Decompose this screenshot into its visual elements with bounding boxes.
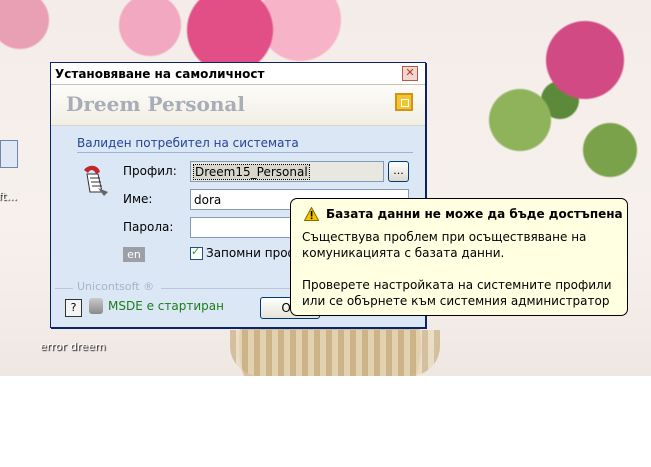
desktop-shortcut[interactable]: is soft... <box>0 140 18 203</box>
document-icon <box>0 140 18 168</box>
name-label: Име: <box>123 192 153 206</box>
profile-value: Dreem15_Personal <box>193 164 310 180</box>
balloon-text-2: Проверете настройката на системните проф… <box>302 278 612 308</box>
profile-field[interactable]: Dreem15_Personal <box>190 161 384 182</box>
profile-label: Профил: <box>123 164 177 178</box>
app-name: Dreem Personal <box>66 92 245 116</box>
group-divider <box>77 152 413 153</box>
db-status-text: MSDE е стартиран <box>108 299 224 313</box>
close-button[interactable]: ✕ <box>402 66 418 81</box>
app-banner: Dreem Personal <box>51 85 425 126</box>
warning-icon <box>304 207 319 221</box>
balloon-text-1: Съществува проблем при осъществяване на … <box>302 230 587 260</box>
error-balloon-tooltip[interactable]: Базата данни не може да бъде достъпена С… <box>290 198 628 316</box>
browse-profile-button[interactable]: ... <box>388 161 409 182</box>
checkbox-checked-icon[interactable] <box>190 245 203 260</box>
language-indicator[interactable]: en <box>123 247 145 262</box>
balloon-title: Базата данни не може да бъде достъпена <box>326 207 623 221</box>
title-bar[interactable]: Установяване на самоличност ✕ <box>51 63 425 85</box>
brand-divider-left <box>55 288 73 289</box>
group-title: Валиден потребител на системата <box>77 136 299 150</box>
database-server-icon <box>89 298 103 314</box>
user-login-icon <box>84 165 108 196</box>
balloon-message: Съществува проблем при осъществяване на … <box>302 229 618 325</box>
desktop-shortcut-error-dreem[interactable]: error dreem <box>40 340 106 353</box>
balloon-header: Базата данни не може да бъде достъпена <box>304 207 623 221</box>
app-logo-icon <box>395 93 413 111</box>
desktop-shortcut-label-2: soft... <box>0 190 17 203</box>
dialog-title: Установяване на самоличност <box>55 66 265 81</box>
password-label: Парола: <box>123 220 174 234</box>
help-button[interactable]: ? <box>65 299 82 317</box>
basket-decoration <box>230 330 440 376</box>
brand-label: Unicontsoft ® <box>77 280 155 293</box>
